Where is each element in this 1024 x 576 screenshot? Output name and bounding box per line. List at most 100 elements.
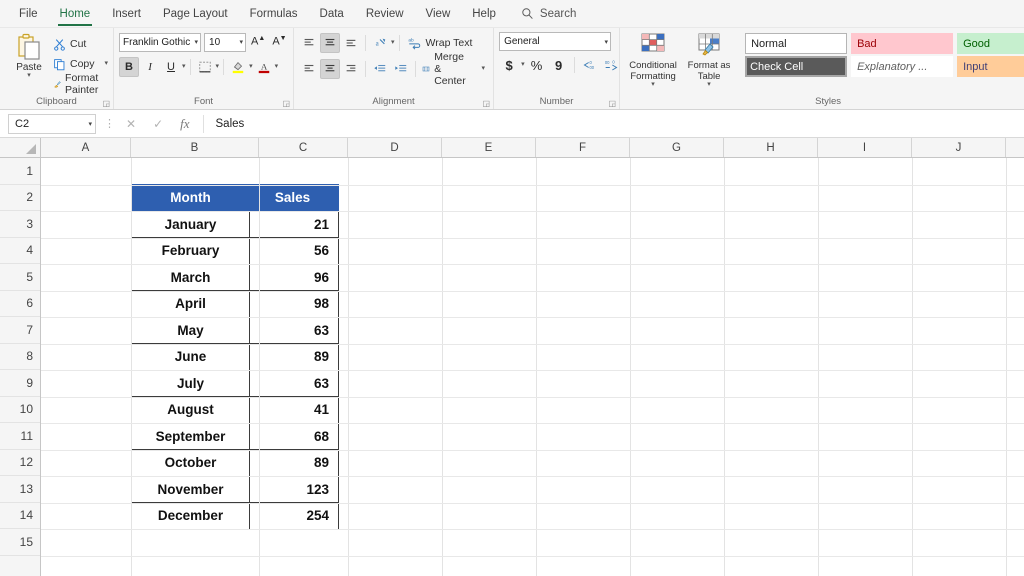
- cell-style-explanatory[interactable]: Explanatory ...: [851, 56, 953, 77]
- chevron-down-icon[interactable]: ▾: [216, 64, 220, 70]
- cell-month[interactable]: April: [132, 291, 250, 318]
- alignment-dialog-launcher[interactable]: ◲: [483, 99, 491, 108]
- chevron-down-icon[interactable]: ▾: [193, 38, 199, 46]
- align-top-button[interactable]: [299, 33, 319, 53]
- decrease-indent-button[interactable]: [370, 59, 390, 79]
- chevron-down-icon[interactable]: ▾: [275, 64, 279, 70]
- conditional-formatting-button[interactable]: Conditional Formatting ▾: [625, 31, 681, 88]
- chevron-down-icon[interactable]: ▾: [182, 64, 186, 70]
- cell-sales[interactable]: 89: [250, 450, 339, 477]
- column-header-H[interactable]: H: [724, 138, 818, 157]
- tab-home[interactable]: Home: [49, 0, 102, 28]
- row-header-8[interactable]: 8: [0, 344, 40, 371]
- cell-style-input[interactable]: Input: [957, 56, 1024, 77]
- cut-button[interactable]: Cut: [53, 34, 108, 54]
- cell-month[interactable]: November: [132, 476, 250, 503]
- row-header-1[interactable]: 1: [0, 158, 40, 185]
- formula-bar-grip[interactable]: ⋮: [96, 117, 124, 130]
- chevron-down-icon[interactable]: ▾: [482, 66, 486, 72]
- cell-sales[interactable]: 89: [250, 344, 339, 371]
- cell-sales[interactable]: 21: [250, 211, 339, 238]
- tab-help[interactable]: Help: [461, 0, 507, 28]
- fill-color-button[interactable]: [228, 57, 248, 77]
- chevron-down-icon[interactable]: ▾: [86, 120, 92, 128]
- cell-month[interactable]: July: [132, 370, 250, 397]
- number-dialog-launcher[interactable]: ◲: [609, 99, 617, 108]
- increase-decimal-button[interactable]: 0 00: [580, 55, 600, 75]
- table-header-month[interactable]: Month: [132, 185, 250, 212]
- tab-view[interactable]: View: [415, 0, 462, 28]
- shrink-font-button[interactable]: A▼: [270, 35, 288, 48]
- cell-sales[interactable]: 96: [250, 264, 339, 291]
- column-header-D[interactable]: D: [348, 138, 442, 157]
- row-header-11[interactable]: 11: [0, 423, 40, 450]
- table-header-sales[interactable]: Sales: [250, 185, 339, 212]
- tab-review[interactable]: Review: [355, 0, 415, 28]
- chevron-down-icon[interactable]: ▾: [105, 61, 109, 67]
- chevron-down-icon[interactable]: ▾: [603, 38, 609, 46]
- column-header-C[interactable]: C: [259, 138, 348, 157]
- row-header-15[interactable]: 15: [0, 529, 40, 556]
- tab-page-layout[interactable]: Page Layout: [152, 0, 239, 28]
- grow-font-button[interactable]: A▲: [249, 35, 267, 48]
- italic-button[interactable]: I: [140, 57, 160, 77]
- row-header-3[interactable]: 3: [0, 211, 40, 238]
- clipboard-dialog-launcher[interactable]: ◲: [102, 99, 110, 108]
- paste-button[interactable]: Paste ▾: [5, 31, 53, 79]
- number-format-select[interactable]: General ▾: [499, 32, 611, 51]
- cell-style-good[interactable]: Good: [957, 33, 1024, 54]
- align-center-button[interactable]: [320, 59, 340, 79]
- align-right-button[interactable]: [341, 59, 361, 79]
- format-painter-button[interactable]: Format Painter: [53, 74, 108, 94]
- cell-sales[interactable]: 98: [250, 291, 339, 318]
- format-as-table-button[interactable]: Format as Table ▾: [681, 31, 737, 88]
- font-color-button[interactable]: A: [254, 57, 274, 77]
- cell-month[interactable]: February: [132, 238, 250, 265]
- column-header-B[interactable]: B: [131, 138, 259, 157]
- cell-month[interactable]: May: [132, 317, 250, 344]
- tab-file[interactable]: File: [8, 0, 49, 28]
- comma-format-button[interactable]: 9: [549, 55, 569, 75]
- row-header-14[interactable]: 14: [0, 503, 40, 530]
- font-dialog-launcher[interactable]: ◲: [282, 99, 290, 108]
- tab-formulas[interactable]: Formulas: [239, 0, 309, 28]
- row-header-12[interactable]: 12: [0, 450, 40, 477]
- chevron-down-icon[interactable]: ▾: [521, 62, 525, 68]
- cell-month[interactable]: March: [132, 264, 250, 291]
- name-box[interactable]: C2 ▾: [8, 114, 96, 134]
- orientation-button[interactable]: a: [370, 33, 390, 53]
- fx-icon[interactable]: fx: [180, 116, 189, 132]
- formula-input[interactable]: Sales: [204, 114, 1020, 134]
- tab-insert[interactable]: Insert: [101, 0, 152, 28]
- cell-style-normal[interactable]: Normal: [745, 33, 847, 54]
- chevron-down-icon[interactable]: ▾: [27, 73, 31, 79]
- align-left-button[interactable]: [299, 59, 319, 79]
- decrease-decimal-button[interactable]: 00 0: [602, 55, 622, 75]
- cell-month[interactable]: September: [132, 423, 250, 450]
- chevron-down-icon[interactable]: ▾: [249, 64, 253, 70]
- cell-area[interactable]: MonthSalesJanuary21February56March96Apri…: [41, 158, 1024, 576]
- increase-indent-button[interactable]: [391, 59, 411, 79]
- accounting-format-button[interactable]: $: [499, 55, 519, 75]
- bold-button[interactable]: B: [119, 57, 139, 77]
- align-bottom-button[interactable]: [341, 33, 361, 53]
- cell-sales[interactable]: 123: [250, 476, 339, 503]
- font-name-input[interactable]: Franklin Gothic ▾: [119, 33, 201, 52]
- row-header-4[interactable]: 4: [0, 238, 40, 265]
- chevron-down-icon[interactable]: ▾: [238, 38, 244, 46]
- column-header-A[interactable]: A: [41, 138, 131, 157]
- row-header-2[interactable]: 2: [0, 185, 40, 212]
- percent-format-button[interactable]: %: [527, 55, 547, 75]
- chevron-down-icon[interactable]: ▾: [651, 82, 655, 88]
- cell-month[interactable]: October: [132, 450, 250, 477]
- row-header-9[interactable]: 9: [0, 370, 40, 397]
- wrap-text-button[interactable]: ab Wrap Text: [404, 33, 476, 53]
- row-header-5[interactable]: 5: [0, 264, 40, 291]
- cell-month[interactable]: January: [132, 211, 250, 238]
- cell-sales[interactable]: 41: [250, 397, 339, 424]
- search-box[interactable]: Search: [521, 7, 576, 20]
- row-header-7[interactable]: 7: [0, 317, 40, 344]
- column-header-G[interactable]: G: [630, 138, 724, 157]
- row-header-13[interactable]: 13: [0, 476, 40, 503]
- cell-sales[interactable]: 254: [250, 503, 339, 530]
